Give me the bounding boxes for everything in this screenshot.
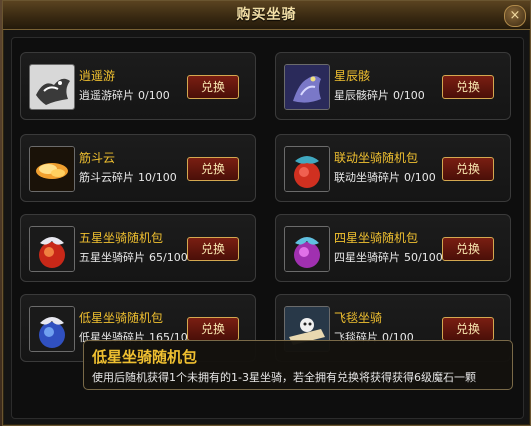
item-name: 四星坐骑随机包 [334,231,419,245]
fragment-count: 0/100 [138,89,170,102]
buy-mount-window: 购买坐骑 × 逍遥游 逍遥游碎片 0/100 兑换 星辰骸 星辰骸碎片 0/10… [2,0,531,426]
fragment-progress: 星辰骸碎片 0/100 [334,87,425,103]
xingchenhai-mount-icon [284,64,330,110]
fragment-progress: 逍遥游碎片 0/100 [79,87,170,103]
item-name: 逍遥游 [79,69,116,83]
item-name: 五星坐骑随机包 [79,231,164,245]
fragment-count: 0/100 [393,89,425,102]
jindouyun-mount-icon [29,146,75,192]
redeem-button[interactable]: 兑换 [187,317,239,341]
window-title: 购买坐骑 [236,7,297,23]
five-star-mount-bag-icon [29,226,75,272]
redeem-button[interactable]: 兑换 [442,317,494,341]
linked-mount-bag-icon [284,146,330,192]
fragment-progress: 联动坐骑碎片 0/100 [334,169,436,185]
title-bar: 购买坐骑 × [3,1,530,30]
low-star-mount-bag-icon [29,306,75,352]
fragment-label: 星辰骸碎片 [334,89,389,102]
fragment-progress: 四星坐骑碎片 50/100 [334,249,443,265]
xiaoyaoyou-mount-icon [29,64,75,110]
fragment-progress: 五星坐骑碎片 65/100 [79,249,188,265]
item-name: 低星坐骑随机包 [79,311,164,325]
mount-card-linked-bag: 联动坐骑随机包 联动坐骑碎片 0/100 兑换 [275,134,511,202]
redeem-button[interactable]: 兑换 [442,157,494,181]
fragment-count: 65/100 [149,251,188,264]
tooltip-title: 低星坐骑随机包 [92,348,198,366]
item-name: 飞毯坐骑 [334,311,383,325]
fragment-label: 联动坐骑碎片 [334,171,400,184]
fragment-label: 五星坐骑碎片 [79,251,145,264]
fragment-label: 四星坐骑碎片 [334,251,400,264]
item-tooltip: 低星坐骑随机包 使用后随机获得1个未拥有的1-3星坐骑，若全拥有兑换将获得获得6… [83,340,513,390]
mount-card-xingchenhai: 星辰骸 星辰骸碎片 0/100 兑换 [275,52,511,120]
fragment-label: 筋斗云碎片 [79,171,134,184]
fragment-progress: 筋斗云碎片 10/100 [79,169,177,185]
mount-card-jindouyun: 筋斗云 筋斗云碎片 10/100 兑换 [20,134,256,202]
mount-card-xiaoyaoyou: 逍遥游 逍遥游碎片 0/100 兑换 [20,52,256,120]
redeem-button[interactable]: 兑换 [187,157,239,181]
redeem-button[interactable]: 兑换 [187,237,239,261]
tooltip-description: 使用后随机获得1个未拥有的1-3星坐骑，若全拥有兑换将获得获得6级魔石一颗 [92,371,476,384]
redeem-button[interactable]: 兑换 [442,75,494,99]
four-star-mount-bag-icon [284,226,330,272]
fragment-count: 10/100 [138,171,177,184]
item-name: 筋斗云 [79,151,116,165]
item-name: 星辰骸 [334,69,371,83]
fragment-label: 逍遥游碎片 [79,89,134,102]
fragment-count: 0/100 [404,171,436,184]
fragment-count: 50/100 [404,251,443,264]
item-name: 联动坐骑随机包 [334,151,419,165]
mount-card-five-star-bag: 五星坐骑随机包 五星坐骑碎片 65/100 兑换 [20,214,256,282]
close-button[interactable]: × [504,5,526,27]
redeem-button[interactable]: 兑换 [442,237,494,261]
mount-card-four-star-bag: 四星坐骑随机包 四星坐骑碎片 50/100 兑换 [275,214,511,282]
redeem-button[interactable]: 兑换 [187,75,239,99]
